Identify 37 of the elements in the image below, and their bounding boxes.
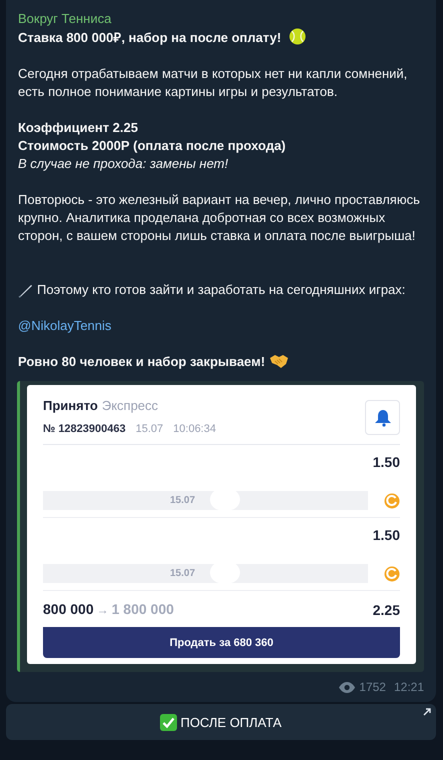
handshake-icon [270, 354, 288, 368]
external-arrow-icon [423, 708, 431, 716]
message-time: 12:21 [394, 679, 424, 696]
bold-line: Коэффициент 2.25 [18, 120, 138, 135]
bet-date: 15.07 [136, 422, 164, 437]
bell-icon [374, 408, 392, 426]
status-icon [384, 566, 400, 582]
channel-name[interactable]: Вокруг Тенниса [18, 10, 112, 28]
view-count: 1752 [359, 679, 386, 696]
inline-button[interactable]: ПОСЛЕ ОПЛАТА [6, 704, 436, 740]
total-odds: 2.25 [372, 600, 400, 618]
paragraph: Сегодня отрабатываем матчи в которых нет ни капли сомнений, есть полное понимание картины игры и результатов. [18, 66, 408, 99]
paragraph: Повторюсь - это железный вариант на вечер, лично проставляюсь крупно. Аналитика проделана добротная со всех возможных сторон, с вашем стороны лишь ставка и оплата после выигрыша! [18, 192, 420, 243]
sell-button[interactable]: Продать за 680 360 [43, 627, 400, 658]
closing-line: Ровно 80 человек и набор закрываем! [18, 354, 266, 369]
odds-value: 1.50 [372, 453, 400, 471]
event-date: 15.07 [170, 566, 196, 580]
arrow-icon: → [96, 603, 109, 617]
bet-number: № 12823900463 [43, 422, 126, 437]
stake-amount: 800 000 [43, 601, 94, 617]
odds-value: 1.50 [372, 526, 400, 544]
bet-type: Экспресс [102, 398, 158, 413]
italic-note: В случае не прохода: замены нет! [18, 156, 228, 171]
check-icon [160, 714, 178, 730]
views-icon [339, 682, 356, 692]
payout-amount: 1 800 000 [112, 601, 174, 617]
paragraph: Поэтому кто готов зайти и заработать на сегодняшних играх: [37, 281, 406, 299]
pen-icon [18, 283, 33, 298]
headline: Ставка 800 000₽, набор на после оплату! [18, 30, 282, 45]
event-date: 15.07 [170, 494, 196, 508]
bell-button[interactable] [365, 400, 400, 435]
bold-line: Стоимость 2000Р (оплата после прохода) [18, 138, 286, 153]
bet-time: 10:06:34 [173, 422, 216, 437]
username-link[interactable]: @NikolayTennis [18, 318, 112, 333]
bet-status: Принято [43, 398, 98, 413]
status-icon [384, 492, 400, 508]
tennis-ball-icon [289, 28, 306, 45]
